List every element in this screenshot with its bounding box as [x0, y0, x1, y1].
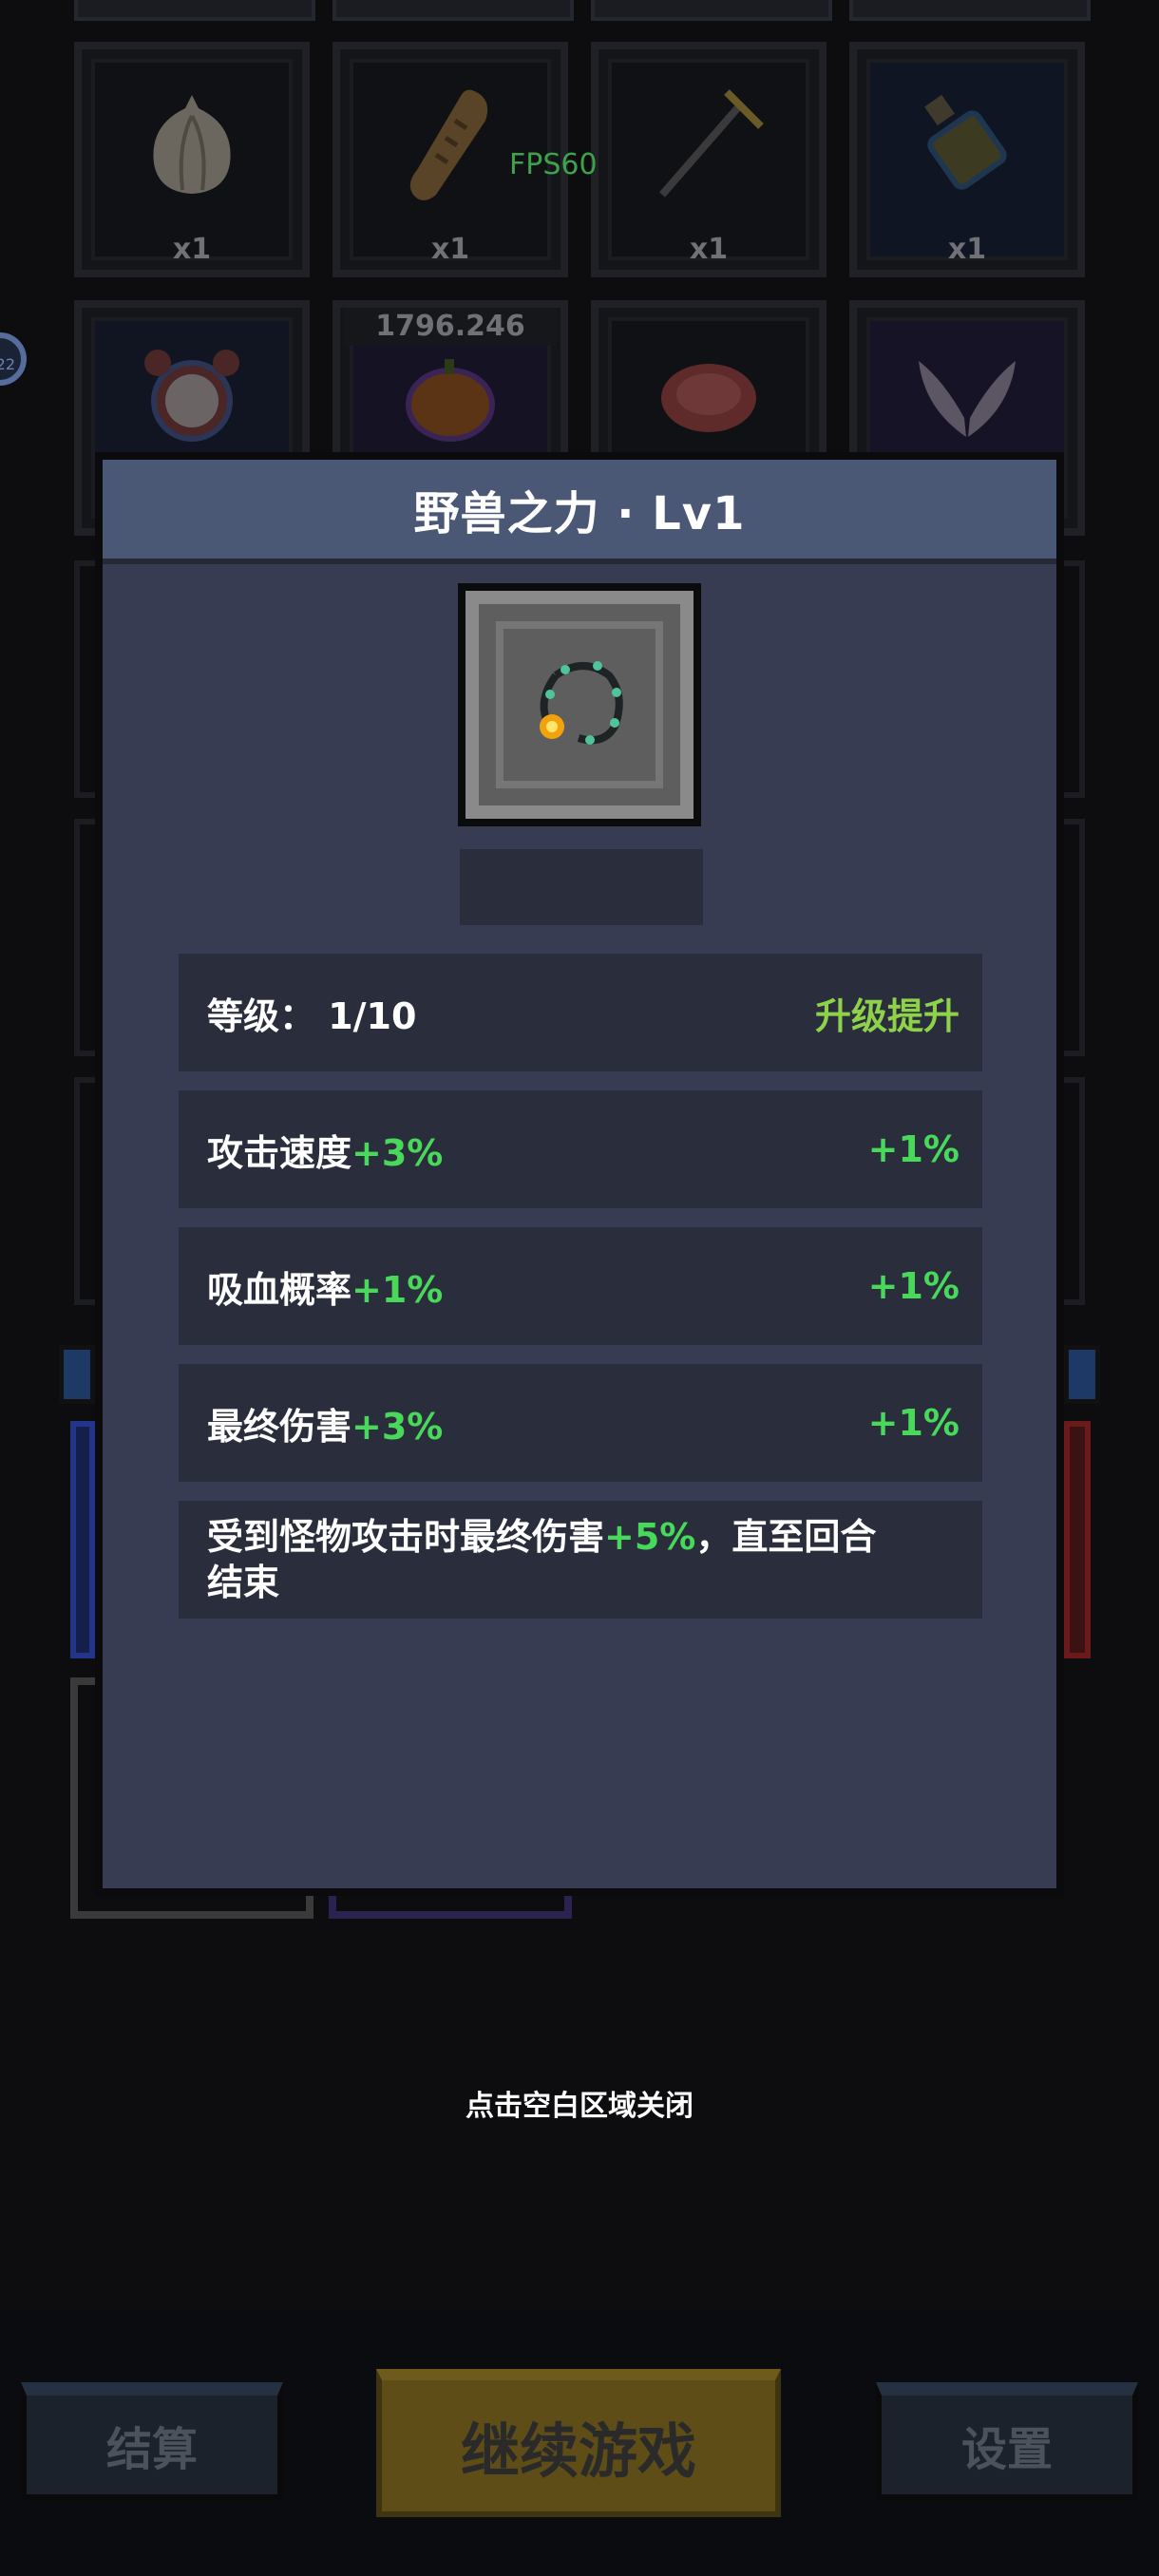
effect-description: 受到怪物攻击时最终伤害+5%，直至回合结束	[207, 1514, 891, 1605]
continue-game-button[interactable]: 继续游戏	[376, 2369, 781, 2517]
stat-value: +3%	[352, 1131, 444, 1174]
stat-text: 最终伤害+3%	[207, 1397, 443, 1449]
stat-row-attack-speed: 攻击速度+3% +1%	[179, 1090, 982, 1208]
settle-button[interactable]: 结算	[21, 2382, 283, 2500]
stat-upgrade: +1%	[867, 1402, 960, 1444]
alarm-clock-icon	[135, 342, 249, 450]
slot-edge	[74, 560, 95, 798]
stat-value: +3%	[352, 1405, 444, 1448]
effect-description-row: 受到怪物攻击时最终伤害+5%，直至回合结束	[179, 1501, 982, 1619]
blue-bar-left	[59, 1345, 95, 1404]
wings-icon	[905, 342, 1029, 450]
stat-text: 攻击速度+3%	[207, 1124, 443, 1176]
item-count: x1	[947, 233, 987, 266]
blue-bar-right	[1064, 1345, 1100, 1404]
item-count: x1	[172, 233, 212, 266]
stat-name: 吸血概率	[207, 1268, 352, 1311]
stat-upgrade: +1%	[867, 1265, 960, 1307]
meat-icon	[652, 347, 766, 445]
upgrade-label: 升级提升	[814, 994, 960, 1037]
slot-edge	[1064, 819, 1085, 1056]
slot-edge	[1064, 560, 1085, 798]
slot-edge	[591, 0, 832, 21]
red-panel	[1064, 1421, 1091, 1658]
inventory-slot-garlic[interactable]: x1	[74, 42, 310, 277]
modal-title: 野兽之力 · Lv1	[413, 487, 746, 540]
stat-value: +1%	[352, 1268, 444, 1311]
slot-edge	[849, 0, 1091, 21]
effect-value: +5%	[604, 1516, 696, 1558]
side-badge[interactable]: 22	[0, 332, 27, 386]
modal-header: 野兽之力 · Lv1	[103, 460, 1056, 564]
effect-prefix: 受到怪物攻击时最终伤害	[207, 1516, 605, 1558]
item-detail-modal: 野兽之力 · Lv1 等级： 1/10 升级提升 攻击速度+3% +1% 吸血概…	[95, 452, 1064, 1896]
inventory-slot-potion[interactable]: x1	[849, 42, 1085, 277]
item-icon-frame	[458, 583, 701, 826]
stat-row-lifesteal-chance: 吸血概率+1% +1%	[179, 1227, 982, 1345]
level-row: 等级： 1/10 升级提升	[179, 954, 982, 1071]
slot-edge	[1064, 1077, 1085, 1305]
stat-text: 吸血概率+1%	[207, 1260, 443, 1313]
stat-name: 攻击速度	[207, 1131, 352, 1174]
potion-bottle-icon	[910, 87, 1024, 205]
blue-panel	[70, 1421, 95, 1658]
pumpkin-icon	[393, 342, 507, 450]
item-count: x1	[689, 233, 729, 266]
staff-icon	[647, 83, 770, 210]
stat-upgrade: +1%	[867, 1128, 960, 1170]
bread-icon	[398, 83, 503, 210]
item-name-placeholder	[460, 849, 703, 925]
stat-row-final-damage: 最终伤害+3% +1%	[179, 1364, 982, 1482]
slot-edge	[74, 819, 95, 1056]
item-count: x1	[430, 233, 470, 266]
stat-name: 最终伤害	[207, 1405, 352, 1448]
inventory-slot-staff[interactable]: x1	[591, 42, 826, 277]
slot-edge	[74, 1077, 95, 1305]
fps-counter: FPS60	[509, 148, 598, 181]
slot-edge	[74, 0, 315, 21]
level-label: 等级： 1/10	[207, 994, 417, 1037]
damage-value: 1796.246	[344, 308, 557, 346]
settings-button[interactable]: 设置	[876, 2382, 1138, 2500]
beast-necklace-icon	[527, 651, 632, 759]
slot-edge	[332, 0, 574, 21]
modal-body: 野兽之力 · Lv1 等级： 1/10 升级提升 攻击速度+3% +1% 吸血概…	[103, 460, 1056, 1888]
close-hint[interactable]: 点击空白区域关闭	[0, 2082, 1159, 2124]
garlic-icon	[140, 87, 244, 205]
